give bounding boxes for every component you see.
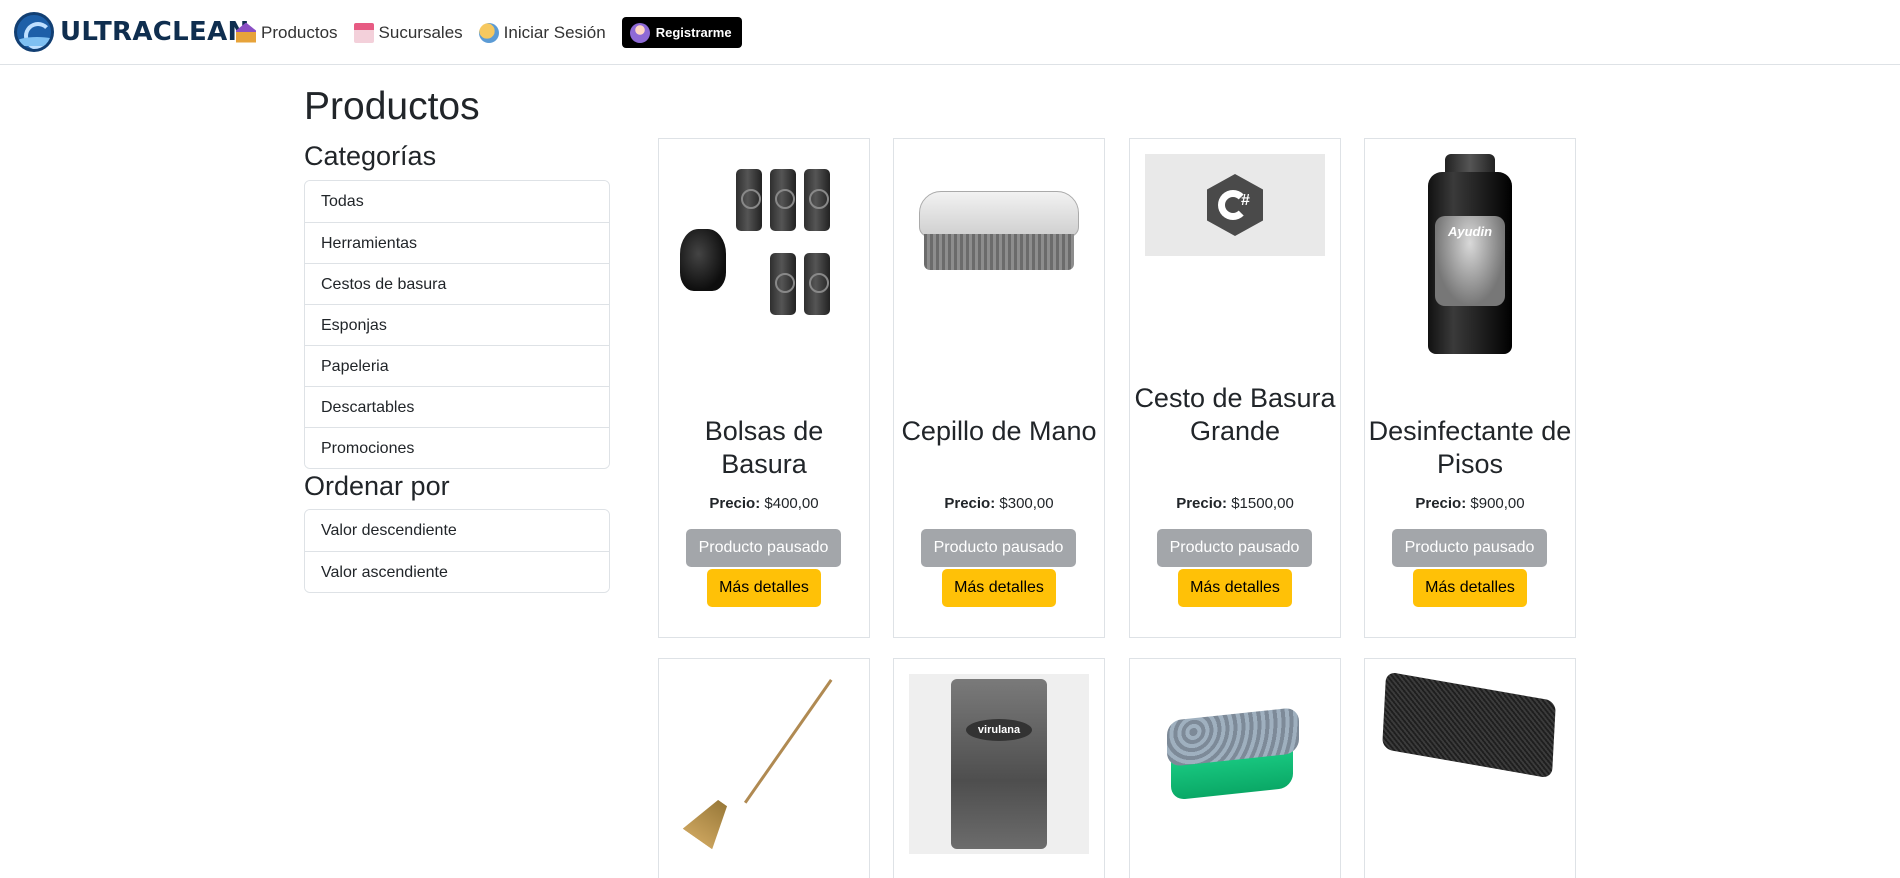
product-image-sponge[interactable] — [1145, 674, 1325, 878]
brand-logo-icon — [14, 12, 54, 52]
register-button[interactable]: Registrarme — [621, 17, 742, 48]
nav-link-label: Iniciar Sesión — [503, 22, 606, 42]
price-label: Precio: — [1415, 495, 1467, 512]
sort-title: Ordenar por — [304, 471, 450, 501]
product-image-floor-disinfectant[interactable]: Ayudin — [1380, 154, 1560, 359]
sort-option-ascending[interactable]: Valor ascendiente — [305, 551, 609, 592]
product-name: Cepillo de Mano — [901, 416, 1097, 446]
broom-stick-shape — [743, 679, 833, 804]
price-label: Precio: — [1176, 495, 1228, 512]
product-name: Bolsas de Basura — [704, 416, 824, 479]
bag-roll-shape — [804, 169, 830, 231]
trash-bag-shape — [680, 229, 726, 291]
bag-roll-shape — [804, 253, 830, 315]
register-label: Registrarme — [655, 25, 732, 40]
store-icon — [353, 22, 374, 43]
price-label: Precio: — [944, 495, 996, 512]
category-item-descartables[interactable]: Descartables — [305, 386, 609, 427]
product-card: Cepillo de Mano Precio: $300,00 Producto… — [893, 138, 1105, 638]
nav-link-productos[interactable]: Productos — [236, 22, 338, 43]
user-avatar-icon — [629, 22, 650, 43]
product-paused-button[interactable]: Producto pausado — [1157, 529, 1312, 567]
brush-bristle-shape — [924, 234, 1074, 270]
product-card: Bolsas de Basura Precio: $400,00 Product… — [658, 138, 870, 638]
category-item-herramientas[interactable]: Herramientas — [305, 222, 609, 263]
categories-list: Todas Herramientas Cestos de basura Espo… — [304, 180, 610, 469]
category-item-cestos[interactable]: Cestos de basura — [305, 263, 609, 304]
more-details-button[interactable]: Más detalles — [1178, 569, 1292, 607]
bag-roll-shape — [770, 169, 796, 231]
category-item-esponjas[interactable]: Esponjas — [305, 304, 609, 345]
nav-link-iniciar-sesion[interactable]: Iniciar Sesión — [478, 22, 606, 43]
product-card: # Cesto de Basura Grande Precio: $1500,0… — [1129, 138, 1341, 638]
nav-menu: Productos Sucursales Iniciar Sesión Regi… — [236, 17, 742, 48]
product-image-trash-bags[interactable] — [674, 154, 854, 359]
price-value: $900,00 — [1470, 495, 1525, 512]
nav-link-sucursales[interactable]: Sucursales — [353, 22, 463, 43]
brush-handle-shape — [919, 191, 1079, 237]
bottle-brand-text: Ayudin — [1447, 224, 1493, 239]
package-shape — [951, 679, 1047, 849]
product-paused-button[interactable]: Producto pausado — [921, 529, 1076, 567]
product-name: Desinfectante de Pisos — [1368, 416, 1572, 479]
more-details-button[interactable]: Más detalles — [707, 569, 821, 607]
product-image-broom[interactable] — [674, 674, 854, 878]
scouring-pad-shape — [1382, 671, 1556, 779]
product-name: Cesto de Basura Grande — [1134, 383, 1336, 446]
product-image-scouring-pad[interactable] — [1380, 671, 1560, 878]
more-details-button[interactable]: Más detalles — [1413, 569, 1527, 607]
navbar: ULTRACLEAN Productos Sucursales Iniciar … — [0, 0, 1900, 65]
price-label: Precio: — [709, 495, 761, 512]
categories-title: Categorías — [304, 141, 437, 171]
more-details-button[interactable]: Más detalles — [942, 569, 1056, 607]
nav-link-label: Productos — [261, 22, 338, 42]
sort-option-descending[interactable]: Valor descendiente — [305, 510, 609, 551]
page-title: Productos — [304, 85, 480, 128]
bag-roll-shape — [770, 253, 796, 315]
category-item-promociones[interactable]: Promociones — [305, 427, 609, 468]
product-image-hand-brush[interactable] — [909, 154, 1089, 359]
product-paused-button[interactable]: Producto pausado — [1392, 529, 1547, 567]
sort-list: Valor descendiente Valor ascendiente — [304, 509, 610, 593]
products-house-icon — [236, 22, 256, 43]
product-price: Precio: $900,00 — [1365, 495, 1575, 512]
product-card — [658, 658, 870, 878]
brand-name: ULTRACLEAN — [60, 17, 250, 47]
csharp-hash-mark: # — [1241, 192, 1250, 209]
broom-head-shape — [683, 793, 738, 850]
product-card — [1364, 658, 1576, 878]
product-price: Precio: $400,00 — [659, 495, 869, 512]
price-value: $300,00 — [999, 495, 1054, 512]
product-price: Precio: $1500,00 — [1130, 495, 1340, 512]
brand-link[interactable]: ULTRACLEAN — [14, 12, 250, 52]
category-item-papeleria[interactable]: Papeleria — [305, 345, 609, 386]
product-paused-button[interactable]: Producto pausado — [686, 529, 841, 567]
login-globe-icon — [478, 22, 499, 43]
category-item-todas[interactable]: Todas — [305, 181, 609, 222]
product-card: Ayudin Desinfectante de Pisos Precio: $9… — [1364, 138, 1576, 638]
product-price: Precio: $300,00 — [894, 495, 1104, 512]
package-brand-text: virulana — [966, 719, 1032, 741]
product-card: virulana — [893, 658, 1105, 878]
price-value: $1500,00 — [1231, 495, 1294, 512]
product-image-steel-wool[interactable]: virulana — [909, 674, 1089, 878]
product-image-placeholder-csharp[interactable]: # — [1145, 154, 1325, 359]
product-card — [1129, 658, 1341, 878]
nav-link-label: Sucursales — [378, 22, 463, 42]
price-value: $400,00 — [764, 495, 819, 512]
bag-roll-shape — [736, 169, 762, 231]
